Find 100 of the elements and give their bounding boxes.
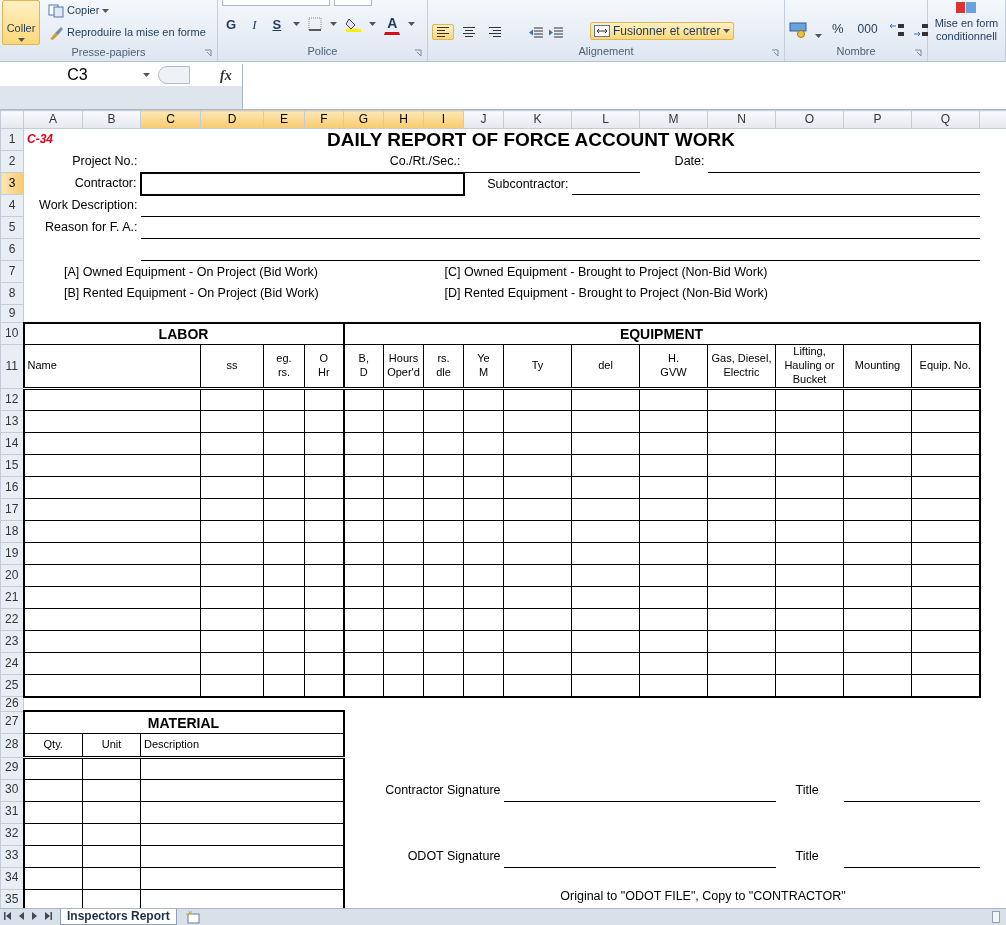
increase-decimal-icon[interactable] <box>887 22 906 39</box>
column-header[interactable]: L <box>571 110 640 129</box>
column-header[interactable]: H <box>383 110 424 129</box>
first-sheet-icon[interactable] <box>4 912 11 920</box>
caret-icon[interactable] <box>102 9 110 13</box>
row-header[interactable]: 6 <box>0 238 24 261</box>
column-header[interactable]: E <box>263 110 305 129</box>
caret-icon[interactable] <box>723 29 731 34</box>
caret-icon[interactable] <box>815 34 822 39</box>
row-header[interactable]: 4 <box>0 194 24 217</box>
copy-button[interactable]: Copier <box>44 2 210 20</box>
field-label: Project No.: <box>23 150 141 173</box>
row-header[interactable]: 5 <box>0 216 24 239</box>
column-header[interactable]: O <box>775 110 844 129</box>
row-header[interactable]: 18 <box>0 520 24 543</box>
column-header[interactable]: F <box>304 110 344 129</box>
row-header[interactable]: 31 <box>0 801 24 824</box>
column-header[interactable]: K <box>503 110 572 129</box>
row-header[interactable]: 8 <box>0 282 24 305</box>
row-header[interactable]: 29 <box>0 757 24 780</box>
row-header[interactable]: 23 <box>0 630 24 653</box>
row-header[interactable]: 13 <box>0 410 24 433</box>
row-header[interactable]: 19 <box>0 542 24 565</box>
next-sheet-icon[interactable] <box>32 912 37 920</box>
row-header[interactable]: 3 <box>0 172 24 195</box>
field-label: Co./Rt./Sec.: <box>343 150 464 173</box>
formula-input[interactable] <box>242 64 1006 109</box>
splitter-handle[interactable] <box>158 66 190 84</box>
row-header[interactable]: 21 <box>0 586 24 609</box>
row-header[interactable]: 33 <box>0 845 24 868</box>
row-header[interactable]: 25 <box>0 674 24 697</box>
last-sheet-icon[interactable] <box>45 912 52 920</box>
paste-button[interactable]: Coller <box>2 0 40 45</box>
underline-button[interactable]: S <box>268 14 286 35</box>
row-header[interactable]: 14 <box>0 432 24 455</box>
decrease-indent-icon[interactable] <box>528 26 544 41</box>
italic-button[interactable]: I <box>248 14 261 35</box>
font-name-field[interactable] <box>222 0 330 6</box>
dialog-launcher-icon[interactable] <box>771 49 779 57</box>
sheet-tab[interactable]: Inspectors Report <box>60 909 177 925</box>
row-header[interactable]: 16 <box>0 476 24 499</box>
thousands-button[interactable]: 000 <box>853 19 882 39</box>
row-header[interactable]: 12 <box>0 388 24 411</box>
borders-icon[interactable] <box>308 17 323 32</box>
column-header[interactable]: J <box>463 110 504 129</box>
dialog-launcher-icon[interactable] <box>914 49 922 57</box>
dialog-launcher-icon[interactable] <box>414 49 422 57</box>
row-header[interactable]: 28 <box>0 733 24 758</box>
row-header[interactable]: 27 <box>0 711 24 734</box>
currency-icon[interactable] <box>789 22 809 39</box>
format-painter-button[interactable]: Reproduire la mise en forme <box>44 24 210 42</box>
increase-indent-icon[interactable] <box>548 26 564 41</box>
font-color-button[interactable]: A <box>384 14 401 35</box>
font-size-field[interactable] <box>334 0 372 6</box>
row-header[interactable]: 2 <box>0 150 24 173</box>
column-heading: Description <box>140 733 344 758</box>
row-header[interactable]: 34 <box>0 867 24 890</box>
field-label: Contractor Signature <box>343 779 504 802</box>
caret-icon[interactable] <box>330 22 338 27</box>
row-header[interactable]: 24 <box>0 652 24 675</box>
name-box[interactable]: C3 <box>0 64 155 86</box>
bold-button[interactable]: G <box>222 14 241 35</box>
dialog-launcher-icon[interactable] <box>204 49 212 57</box>
align-left-button[interactable] <box>432 24 454 41</box>
column-header[interactable]: C <box>140 110 201 129</box>
caret-icon[interactable] <box>143 73 150 77</box>
insert-function-button[interactable]: fx <box>220 64 232 86</box>
fill-color-icon[interactable] <box>345 16 362 33</box>
row-header[interactable]: 22 <box>0 608 24 631</box>
merge-center-button[interactable]: Fusionner et centrer <box>590 21 735 41</box>
row-header[interactable]: 32 <box>0 823 24 846</box>
decrease-decimal-icon[interactable] <box>911 22 930 39</box>
caret-icon[interactable] <box>293 22 301 27</box>
column-header[interactable]: G <box>343 110 384 129</box>
previous-sheet-icon[interactable] <box>19 912 24 920</box>
conditional-format-button[interactable]: Mise en form conditionnell <box>930 0 1003 46</box>
caret-icon[interactable] <box>369 22 377 27</box>
field-label: Work Description: <box>23 194 141 217</box>
column-header[interactable]: I <box>423 110 464 129</box>
row-header[interactable]: 20 <box>0 564 24 587</box>
row-header[interactable]: 15 <box>0 454 24 477</box>
column-header[interactable]: Q <box>911 110 980 129</box>
column-header[interactable]: A <box>23 110 83 129</box>
percent-button[interactable]: % <box>828 18 848 39</box>
column-header[interactable]: N <box>707 110 776 129</box>
scrollbar-splitter[interactable] <box>992 911 1000 923</box>
row-header[interactable]: 30 <box>0 779 24 802</box>
section-heading: EQUIPMENT <box>343 322 980 345</box>
caret-icon[interactable] <box>408 22 416 27</box>
align-icon <box>436 26 450 39</box>
caret-icon[interactable] <box>17 38 25 42</box>
column-header[interactable]: P <box>843 110 912 129</box>
row-header[interactable]: 17 <box>0 498 24 521</box>
column-header[interactable]: D <box>200 110 264 129</box>
column-header[interactable]: B <box>82 110 141 129</box>
row-header[interactable]: 1 <box>0 128 24 151</box>
row-header[interactable]: 11 <box>0 344 24 389</box>
column-header[interactable]: M <box>639 110 708 129</box>
row-header[interactable]: 10 <box>0 322 24 345</box>
row-header[interactable]: 7 <box>0 260 24 283</box>
